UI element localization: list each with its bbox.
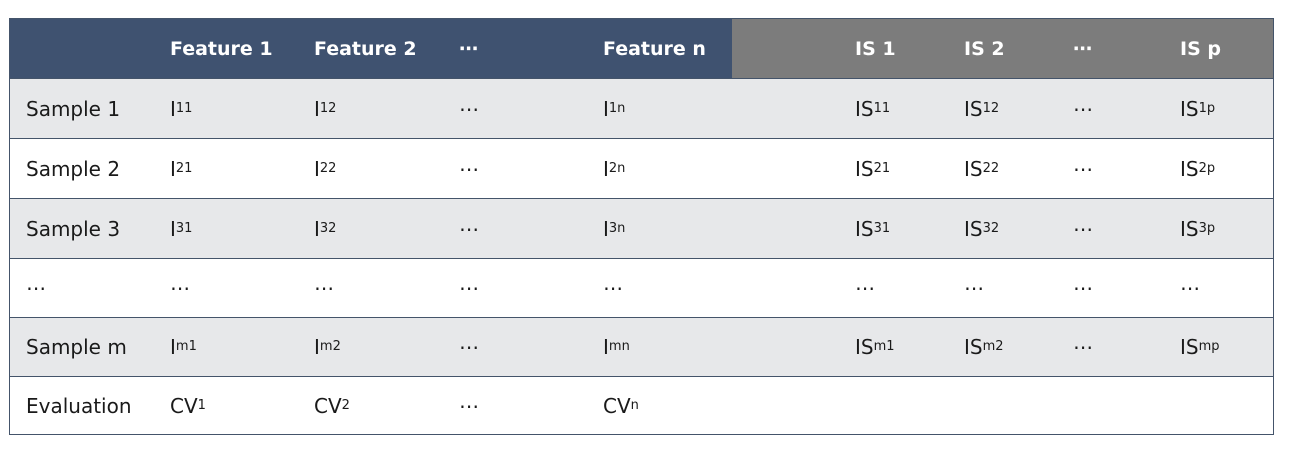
table-row: Evaluation CV 1 CV 2 ⋯ CV n — [10, 376, 1273, 434]
cell-symbol: ⋯ — [459, 156, 479, 181]
table-cell: I 11 — [170, 96, 193, 121]
table-cell: IS 31 — [855, 216, 891, 241]
table-cell: IS 32 — [964, 216, 1000, 241]
table-cell: ⋯ — [170, 259, 190, 317]
table-cell: Im1 — [170, 335, 197, 359]
cell-symbol: ⋯ — [1073, 335, 1093, 359]
table-cell: ⋯ — [314, 259, 334, 317]
table-cell: IS 12 — [964, 96, 1000, 121]
table-cell: ⋯ — [459, 318, 479, 376]
table-cell: IS m2 — [964, 335, 1004, 359]
cell-symbol: ⋯ — [459, 216, 479, 241]
cell-symbol: IS — [1180, 156, 1199, 181]
cell-symbol: ⋯ — [459, 96, 479, 121]
header-cell-feature-ellipsis: ⋯ — [459, 37, 478, 60]
table-header-row: Feature 1 Feature 2 ⋯ Feature n IS 1 IS … — [10, 19, 1273, 78]
cell-symbol: IS — [964, 156, 983, 181]
table-cell: ⋯ — [459, 377, 479, 434]
cell-symbol: ⋯ — [314, 276, 334, 300]
cell-symbol: IS — [855, 216, 874, 241]
table-cell: CV 2 — [314, 394, 350, 418]
table-cell: ⋯ — [964, 259, 984, 317]
table-cell: IS 22 — [964, 156, 1000, 181]
cell-symbol: IS — [964, 216, 983, 241]
table-row: Sample 2 I 21 I 22 ⋯ I 2n IS 21 IS 22 ⋯ IS 2p — [10, 138, 1273, 198]
table-cell: IS m1 — [855, 335, 895, 359]
header-cell-feature-n: Feature n — [603, 37, 706, 60]
cell-symbol: CV — [603, 394, 631, 418]
table-cell: ⋯ — [1180, 259, 1200, 317]
table-cell: ⋯ — [459, 79, 479, 138]
table-cell: I 32 — [314, 216, 337, 241]
table-row: Sample m Im1 Im2 ⋯ Imn IS m1 IS m2 ⋯ IS mp — [10, 317, 1273, 376]
cell-symbol: IS — [855, 96, 874, 121]
header-cell-is-ellipsis: ⋯ — [1073, 37, 1092, 60]
cell-symbol: IS — [964, 96, 983, 121]
cell-symbol: CV — [314, 394, 342, 418]
table-cell: IS 21 — [855, 156, 891, 181]
header-cell-feature-2: Feature 2 — [314, 37, 417, 60]
cell-symbol: ⋯ — [1180, 276, 1200, 300]
cell-symbol: ⋯ — [855, 276, 875, 300]
table-cell: CV 1 — [170, 394, 206, 418]
cell-symbol: IS — [1180, 335, 1199, 359]
table-cell: I 22 — [314, 156, 337, 181]
cell-symbol: IS — [1180, 96, 1199, 121]
table-cell: Im2 — [314, 335, 341, 359]
table-cell: ⋯ — [459, 259, 479, 317]
cell-symbol: ⋯ — [1073, 96, 1093, 121]
header-cell-is-p: IS p — [1180, 37, 1221, 60]
row-label: Sample 2 — [26, 156, 121, 181]
table-cell: IS 1p — [1180, 96, 1216, 121]
row-label: Evaluation — [26, 394, 132, 418]
cell-symbol: IS — [1180, 216, 1199, 241]
table-cell: ⋯ — [1073, 199, 1093, 258]
cell-symbol: IS — [964, 335, 983, 359]
table-row: Sample 3 I 31 I 32 ⋯ I 3n IS 31 IS 32 ⋯ IS 3p — [10, 198, 1273, 258]
cell-symbol: ⋯ — [459, 276, 479, 300]
table-cell: IS 3p — [1180, 216, 1216, 241]
header-cell-is-1: IS 1 — [855, 37, 896, 60]
table-cell: ⋯ — [459, 199, 479, 258]
row-label: Sample 3 — [26, 216, 121, 241]
row-label: ⋯ — [26, 276, 46, 300]
cell-symbol: ⋯ — [459, 394, 479, 418]
cell-symbol: ⋯ — [603, 276, 623, 300]
table-cell: ⋯ — [1073, 259, 1093, 317]
table-cell: I 21 — [170, 156, 193, 181]
table-cell: I 1n — [603, 96, 626, 121]
row-label: Sample 1 — [26, 96, 121, 121]
data-table: Feature 1 Feature 2 ⋯ Feature n IS 1 IS … — [9, 18, 1274, 435]
table-cell: I 31 — [170, 216, 193, 241]
cell-symbol: ⋯ — [1073, 216, 1093, 241]
table-cell: ⋯ — [459, 139, 479, 198]
table-cell: IS mp — [1180, 335, 1220, 359]
cell-symbol: ⋯ — [459, 335, 479, 359]
table-cell: IS 2p — [1180, 156, 1216, 181]
table-cell: I 3n — [603, 216, 626, 241]
cell-symbol: IS — [855, 335, 874, 359]
table-cell: ⋯ — [1073, 139, 1093, 198]
table-row: ⋯ ⋯ ⋯ ⋯ ⋯ ⋯ ⋯ ⋯ ⋯ — [10, 258, 1273, 317]
table-cell: Imn — [603, 335, 630, 359]
row-label: Sample m — [26, 335, 127, 359]
table-cell: IS 11 — [855, 96, 891, 121]
table-row: Sample 1 I 11 I 12 ⋯ I 1n IS 11 IS 12 ⋯ IS 1p — [10, 78, 1273, 138]
header-cell-feature-1: Feature 1 — [170, 37, 273, 60]
header-cell-is-2: IS 2 — [964, 37, 1005, 60]
table-cell: ⋯ — [855, 259, 875, 317]
table-cell: ⋯ — [603, 259, 623, 317]
cell-symbol: IS — [855, 156, 874, 181]
cell-symbol: CV — [170, 394, 198, 418]
table-cell: I 12 — [314, 96, 337, 121]
cell-symbol: ⋯ — [1073, 276, 1093, 300]
table-cell: ⋯ — [1073, 79, 1093, 138]
table-cell: CV n — [603, 394, 639, 418]
cell-symbol: ⋯ — [964, 276, 984, 300]
cell-symbol: ⋯ — [170, 276, 190, 300]
table-cell: I 2n — [603, 156, 626, 181]
cell-symbol: ⋯ — [1073, 156, 1093, 181]
table-cell: ⋯ — [1073, 318, 1093, 376]
